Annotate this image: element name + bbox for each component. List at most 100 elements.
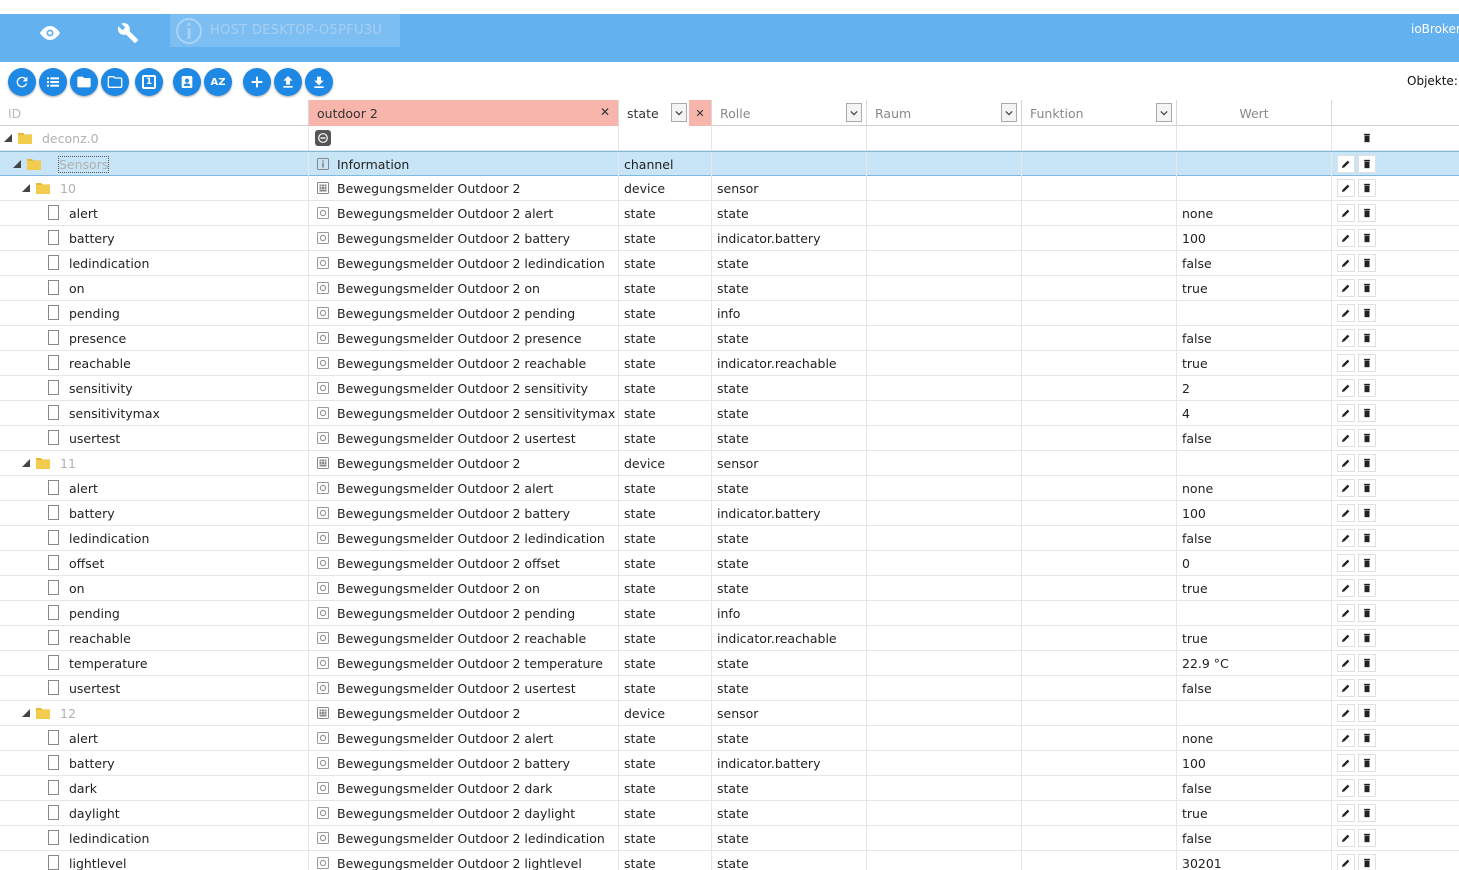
delete-icon[interactable] [1358, 529, 1376, 547]
function-cell[interactable] [1022, 126, 1177, 150]
edit-icon[interactable] [1337, 729, 1355, 747]
delete-icon[interactable] [1358, 229, 1376, 247]
room-cell[interactable] [867, 276, 1022, 300]
edit-icon[interactable] [1337, 204, 1355, 222]
room-cell[interactable] [867, 176, 1022, 200]
edit-icon[interactable] [1337, 579, 1355, 597]
value-cell[interactable]: none [1177, 726, 1332, 750]
clear-name-filter-icon[interactable]: ✕ [600, 105, 610, 119]
edit-icon[interactable] [1337, 429, 1355, 447]
value-cell[interactable]: 22.9 °C [1177, 651, 1332, 675]
edit-icon[interactable] [1337, 354, 1355, 372]
function-cell[interactable] [1022, 601, 1177, 625]
sort-az-button[interactable]: AZ [204, 68, 232, 96]
function-cell[interactable] [1022, 426, 1177, 450]
value-cell[interactable]: none [1177, 476, 1332, 500]
function-cell[interactable] [1022, 351, 1177, 375]
table-row[interactable]: battery Bewegungsmelder Outdoor 2 battery… [0, 751, 1459, 776]
function-cell[interactable] [1022, 501, 1177, 525]
room-cell[interactable] [867, 651, 1022, 675]
function-cell[interactable] [1022, 751, 1177, 775]
room-cell[interactable] [867, 501, 1022, 525]
delete-icon[interactable] [1358, 129, 1376, 147]
value-cell[interactable] [1177, 176, 1332, 200]
expand-one-level-button[interactable]: 1 [135, 68, 163, 96]
table-row[interactable]: lightlevel Bewegungsmelder Outdoor 2 ligh… [0, 851, 1459, 870]
room-cell[interactable] [867, 126, 1022, 150]
function-cell[interactable] [1022, 651, 1177, 675]
host-selector[interactable]: HOST DESKTOP-O5PFU3U [170, 14, 400, 47]
delete-icon[interactable] [1358, 629, 1376, 647]
edit-icon[interactable] [1337, 155, 1355, 173]
function-cell[interactable] [1022, 152, 1177, 176]
delete-icon[interactable] [1358, 829, 1376, 847]
edit-icon[interactable] [1337, 704, 1355, 722]
delete-icon[interactable] [1358, 654, 1376, 672]
delete-icon[interactable] [1358, 604, 1376, 622]
function-cell[interactable] [1022, 676, 1177, 700]
room-cell[interactable] [867, 401, 1022, 425]
room-cell[interactable] [867, 301, 1022, 325]
table-row[interactable]: usertest Bewegungsmelder Outdoor 2 userte… [0, 676, 1459, 701]
room-cell[interactable] [867, 201, 1022, 225]
function-cell[interactable] [1022, 476, 1177, 500]
room-cell[interactable] [867, 751, 1022, 775]
expand-toggle-icon[interactable] [22, 184, 30, 192]
room-cell[interactable] [867, 351, 1022, 375]
function-cell[interactable] [1022, 451, 1177, 475]
room-cell[interactable] [867, 376, 1022, 400]
table-row[interactable]: ledindication Bewegungsmelder Outdoor 2 l… [0, 526, 1459, 551]
list-view-button[interactable] [39, 68, 67, 96]
edit-icon[interactable] [1337, 304, 1355, 322]
value-cell[interactable] [1177, 601, 1332, 625]
function-cell[interactable] [1022, 376, 1177, 400]
edit-icon[interactable] [1337, 529, 1355, 547]
room-cell[interactable] [867, 226, 1022, 250]
delete-icon[interactable] [1358, 804, 1376, 822]
eye-icon[interactable] [30, 18, 70, 48]
value-cell[interactable]: true [1177, 801, 1332, 825]
delete-icon[interactable] [1358, 479, 1376, 497]
table-row[interactable]: deconz.0 [0, 126, 1459, 151]
value-cell[interactable] [1177, 152, 1332, 176]
delete-icon[interactable] [1358, 379, 1376, 397]
expand-toggle-icon[interactable] [22, 459, 30, 467]
upload-button[interactable] [274, 68, 302, 96]
room-cell[interactable] [867, 851, 1022, 870]
delete-icon[interactable] [1358, 329, 1376, 347]
table-row[interactable]: pending Bewegungsmelder Outdoor 2 pending… [0, 601, 1459, 626]
function-cell[interactable] [1022, 801, 1177, 825]
edit-icon[interactable] [1337, 654, 1355, 672]
room-cell[interactable] [867, 626, 1022, 650]
room-cell[interactable] [867, 476, 1022, 500]
delete-icon[interactable] [1358, 179, 1376, 197]
function-cell[interactable] [1022, 776, 1177, 800]
table-row[interactable]: usertest Bewegungsmelder Outdoor 2 userte… [0, 426, 1459, 451]
table-row[interactable]: ledindication Bewegungsmelder Outdoor 2 l… [0, 826, 1459, 851]
table-row[interactable]: alert Bewegungsmelder Outdoor 2 alert stat… [0, 726, 1459, 751]
table-row[interactable]: dark Bewegungsmelder Outdoor 2 dark state s… [0, 776, 1459, 801]
value-cell[interactable]: false [1177, 326, 1332, 350]
table-row[interactable]: temperature Bewegungsmelder Outdoor 2 tem… [0, 651, 1459, 676]
value-cell[interactable]: false [1177, 426, 1332, 450]
function-cell[interactable] [1022, 176, 1177, 200]
function-cell[interactable] [1022, 226, 1177, 250]
room-cell[interactable] [867, 551, 1022, 575]
table-row[interactable]: 10 Bewegungsmelder Outdoor 2 device sensor [0, 176, 1459, 201]
value-cell[interactable]: false [1177, 526, 1332, 550]
refresh-button[interactable] [8, 68, 36, 96]
table-row[interactable]: battery Bewegungsmelder Outdoor 2 battery… [0, 226, 1459, 251]
function-cell[interactable] [1022, 576, 1177, 600]
value-cell[interactable]: false [1177, 776, 1332, 800]
value-cell[interactable]: 30201 [1177, 851, 1332, 870]
table-row[interactable]: sensitivitymax Bewegungsmelder Outdoor 2 … [0, 401, 1459, 426]
value-cell[interactable]: false [1177, 676, 1332, 700]
table-row[interactable]: 11 Bewegungsmelder Outdoor 2 device sensor [0, 451, 1459, 476]
room-cell[interactable] [867, 251, 1022, 275]
value-cell[interactable]: false [1177, 826, 1332, 850]
edit-icon[interactable] [1337, 804, 1355, 822]
expand-all-button[interactable] [101, 68, 129, 96]
room-cell[interactable] [867, 726, 1022, 750]
delete-icon[interactable] [1358, 854, 1376, 870]
value-cell[interactable]: 100 [1177, 501, 1332, 525]
